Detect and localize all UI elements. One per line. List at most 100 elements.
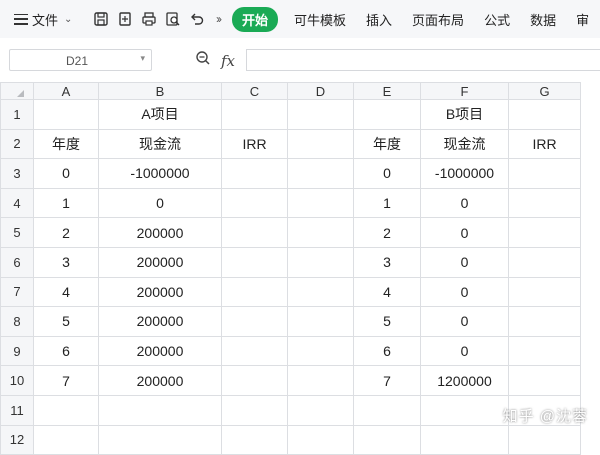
cell-d2[interactable] xyxy=(287,128,354,160)
row-header-3[interactable]: 3 xyxy=(0,158,34,189)
cell-g4[interactable] xyxy=(508,187,581,219)
cell-c11[interactable] xyxy=(221,394,288,426)
cell-a7[interactable]: 4 xyxy=(33,276,99,308)
cell-e8[interactable]: 5 xyxy=(353,306,421,337)
save-icon[interactable] xyxy=(92,10,110,28)
column-header-b[interactable]: B xyxy=(98,82,222,100)
cell-c8[interactable] xyxy=(221,306,288,337)
select-all-corner[interactable] xyxy=(0,82,34,100)
cell-d8[interactable] xyxy=(287,306,354,337)
cell-g3[interactable] xyxy=(508,158,581,189)
cell-b6[interactable]: 200000 xyxy=(98,246,222,278)
column-header-e[interactable]: E xyxy=(353,82,421,100)
row-header-1[interactable]: 1 xyxy=(0,99,34,130)
cell-b11[interactable] xyxy=(98,394,222,426)
cell-g5[interactable] xyxy=(508,217,581,248)
cell-e5[interactable]: 2 xyxy=(353,217,421,248)
cell-g8[interactable] xyxy=(508,306,581,337)
cell-e10[interactable]: 7 xyxy=(353,365,421,396)
tab-templates[interactable]: 可牛模板 xyxy=(294,10,346,29)
cell-d4[interactable] xyxy=(287,187,354,219)
cell-c2[interactable]: IRR xyxy=(221,128,288,160)
cell-c3[interactable] xyxy=(221,158,288,189)
cell-b8[interactable]: 200000 xyxy=(98,306,222,337)
cell-a4[interactable]: 1 xyxy=(33,187,99,219)
cell-g10[interactable] xyxy=(508,365,581,396)
cell-f1[interactable]: B项目 xyxy=(420,99,509,130)
row-header-11[interactable]: 11 xyxy=(0,394,34,426)
cell-d10[interactable] xyxy=(287,365,354,396)
row-header-6[interactable]: 6 xyxy=(0,246,34,278)
cell-c10[interactable] xyxy=(221,365,288,396)
name-box-dropdown-icon[interactable]: ▾ xyxy=(140,53,145,64)
more-icon[interactable]: ›› xyxy=(216,12,222,26)
cell-g6[interactable] xyxy=(508,246,581,278)
cell-e1[interactable] xyxy=(353,99,421,130)
tab-data[interactable]: 数据 xyxy=(530,10,556,29)
cell-f7[interactable]: 0 xyxy=(420,276,509,308)
tab-page-layout[interactable]: 页面布局 xyxy=(412,10,464,29)
cell-c4[interactable] xyxy=(221,187,288,219)
column-header-d[interactable]: D xyxy=(287,82,354,100)
cell-e11[interactable] xyxy=(353,394,421,426)
cell-b5[interactable]: 200000 xyxy=(98,217,222,248)
cell-d7[interactable] xyxy=(287,276,354,308)
column-header-f[interactable]: F xyxy=(420,82,509,100)
tab-review[interactable]: 审 xyxy=(576,10,589,29)
cell-d6[interactable] xyxy=(287,246,354,278)
row-header-4[interactable]: 4 xyxy=(0,187,34,219)
cell-e6[interactable]: 3 xyxy=(353,246,421,278)
cell-d9[interactable] xyxy=(287,335,354,367)
row-header-7[interactable]: 7 xyxy=(0,276,34,308)
row-header-10[interactable]: 10 xyxy=(0,365,34,396)
cell-e4[interactable]: 1 xyxy=(353,187,421,219)
row-header-2[interactable]: 2 xyxy=(0,128,34,160)
cell-a11[interactable] xyxy=(33,394,99,426)
cell-f5[interactable]: 0 xyxy=(420,217,509,248)
cell-a2[interactable]: 年度 xyxy=(33,128,99,160)
cell-b4[interactable]: 0 xyxy=(98,187,222,219)
formula-input[interactable] xyxy=(246,49,600,71)
undo-icon[interactable] xyxy=(188,10,206,28)
cell-f3[interactable]: -1000000 xyxy=(420,158,509,189)
cell-c6[interactable] xyxy=(221,246,288,278)
cell-c9[interactable] xyxy=(221,335,288,367)
export-pdf-icon[interactable] xyxy=(116,10,134,28)
name-box[interactable]: D21 ▾ xyxy=(9,49,152,71)
cell-a5[interactable]: 2 xyxy=(33,217,99,248)
cell-g9[interactable] xyxy=(508,335,581,367)
fx-icon[interactable]: fx xyxy=(221,52,235,70)
cell-d3[interactable] xyxy=(287,158,354,189)
cell-c7[interactable] xyxy=(221,276,288,308)
cell-e3[interactable]: 0 xyxy=(353,158,421,189)
cell-f4[interactable]: 0 xyxy=(420,187,509,219)
column-header-c[interactable]: C xyxy=(221,82,288,100)
row-header-8[interactable]: 8 xyxy=(0,306,34,337)
cell-b1[interactable]: A项目 xyxy=(98,99,222,130)
cell-d1[interactable] xyxy=(287,99,354,130)
tab-formulas[interactable]: 公式 xyxy=(484,10,510,29)
cell-f9[interactable]: 0 xyxy=(420,335,509,367)
print-preview-icon[interactable] xyxy=(164,10,182,28)
column-header-g[interactable]: G xyxy=(508,82,581,100)
cell-b9[interactable]: 200000 xyxy=(98,335,222,367)
cell-a3[interactable]: 0 xyxy=(33,158,99,189)
file-menu-button[interactable]: 文件 ⌄ xyxy=(0,10,86,29)
cell-b10[interactable]: 200000 xyxy=(98,365,222,396)
tab-home[interactable]: 开始 xyxy=(232,6,279,32)
row-header-9[interactable]: 9 xyxy=(0,335,34,367)
cell-d11[interactable] xyxy=(287,394,354,426)
cell-f8[interactable]: 0 xyxy=(420,306,509,337)
cell-a6[interactable]: 3 xyxy=(33,246,99,278)
row-header-5[interactable]: 5 xyxy=(0,217,34,248)
cell-f10[interactable]: 1200000 xyxy=(420,365,509,396)
cell-e9[interactable]: 6 xyxy=(353,335,421,367)
cell-c5[interactable] xyxy=(221,217,288,248)
cell-b2[interactable]: 现金流 xyxy=(98,128,222,160)
cell-b3[interactable]: -1000000 xyxy=(98,158,222,189)
tab-insert[interactable]: 插入 xyxy=(366,10,392,29)
cell-a9[interactable]: 6 xyxy=(33,335,99,367)
cell-b7[interactable]: 200000 xyxy=(98,276,222,308)
zoom-search-icon[interactable] xyxy=(195,50,211,71)
cell-a8[interactable]: 5 xyxy=(33,306,99,337)
